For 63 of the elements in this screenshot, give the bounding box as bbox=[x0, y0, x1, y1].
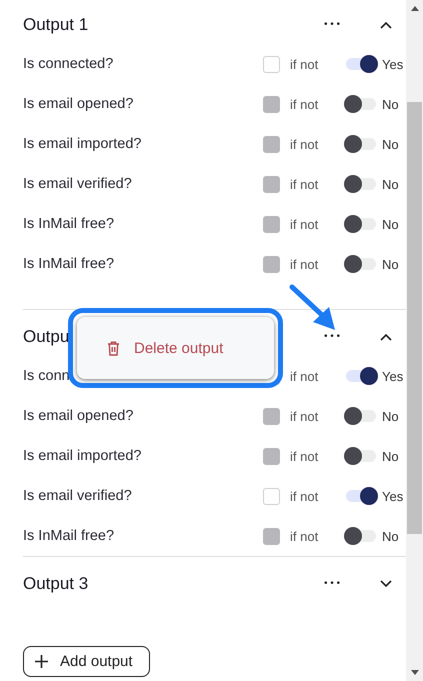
toggle-switch[interactable] bbox=[344, 487, 378, 505]
scroll-up-icon[interactable] bbox=[410, 6, 418, 11]
trash-icon bbox=[107, 340, 120, 356]
checkbox-label: if not bbox=[290, 216, 320, 232]
checkbox-label: if not bbox=[290, 136, 320, 152]
checkbox-label: if not bbox=[290, 256, 320, 272]
checkbox[interactable] bbox=[263, 56, 280, 72]
toggle-switch[interactable] bbox=[344, 367, 378, 385]
condition-label: Is connected? bbox=[23, 56, 114, 72]
scrollbar[interactable] bbox=[406, 0, 423, 681]
toggle-label: No bbox=[382, 408, 400, 424]
condition-label: Is email verified? bbox=[23, 488, 133, 504]
toggle-switch[interactable] bbox=[344, 447, 378, 465]
toggle-switch[interactable] bbox=[344, 527, 378, 545]
chevron-up-icon[interactable] bbox=[380, 333, 392, 341]
toggle-switch[interactable] bbox=[344, 215, 378, 233]
toggle-label: No bbox=[382, 96, 400, 112]
more-options-button[interactable]: ••• bbox=[323, 20, 342, 30]
checkbox-label: if not bbox=[290, 488, 320, 504]
toggle-switch[interactable] bbox=[344, 135, 378, 153]
condition-label: Is email verified? bbox=[23, 176, 133, 192]
toggle-switch[interactable] bbox=[344, 55, 378, 73]
toggle-label: No bbox=[382, 448, 400, 464]
checkbox-label: if not bbox=[290, 448, 320, 464]
output-title: Output 1 bbox=[23, 15, 90, 35]
toggle-label: No bbox=[382, 216, 400, 232]
scroll-down-icon[interactable] bbox=[410, 670, 418, 675]
toggle-label: No bbox=[382, 528, 400, 544]
delete-output-item[interactable]: Delete output bbox=[107, 340, 224, 356]
condition-label: Is conn bbox=[23, 368, 71, 384]
toggle-label: No bbox=[382, 256, 400, 272]
condition-label: Is InMail free? bbox=[23, 256, 116, 272]
checkbox-label: if not bbox=[290, 408, 320, 424]
chevron-down-icon[interactable] bbox=[380, 580, 392, 588]
plus-icon bbox=[35, 655, 48, 668]
condition-label: Is email imported? bbox=[23, 448, 142, 464]
checkbox[interactable] bbox=[263, 488, 280, 504]
toggle-label: Yes bbox=[382, 368, 404, 384]
toggle-switch[interactable] bbox=[344, 255, 378, 273]
condition-label: Is email opened? bbox=[23, 408, 134, 424]
toggle-switch[interactable] bbox=[344, 407, 378, 425]
more-options-button[interactable]: ••• bbox=[323, 332, 342, 342]
add-output-button[interactable]: Add output bbox=[23, 646, 150, 677]
toggle-switch[interactable] bbox=[344, 95, 378, 113]
checkbox-label: if not bbox=[290, 368, 320, 384]
condition-label: Is InMail free? bbox=[23, 216, 116, 232]
checkbox-label: if not bbox=[290, 528, 320, 544]
condition-label: Is email imported? bbox=[23, 136, 142, 152]
toggle-label: No bbox=[382, 136, 400, 152]
checkbox-label: if not bbox=[290, 176, 320, 192]
toggle-label: Yes bbox=[382, 56, 404, 72]
toggle-label: No bbox=[382, 176, 400, 192]
toggle-switch[interactable] bbox=[344, 175, 378, 193]
checkbox-label: if not bbox=[290, 96, 320, 112]
condition-label: Is InMail free? bbox=[23, 528, 116, 544]
output-title: Output 3 bbox=[23, 574, 90, 594]
toggle-label: Yes bbox=[382, 488, 404, 504]
checkbox-label: if not bbox=[290, 56, 320, 72]
output-title: Outpu bbox=[23, 327, 70, 347]
condition-label: Is email opened? bbox=[23, 96, 134, 112]
chevron-up-icon[interactable] bbox=[380, 21, 392, 29]
more-options-button[interactable]: ••• bbox=[323, 579, 342, 589]
pointer-arrow bbox=[289, 284, 337, 332]
